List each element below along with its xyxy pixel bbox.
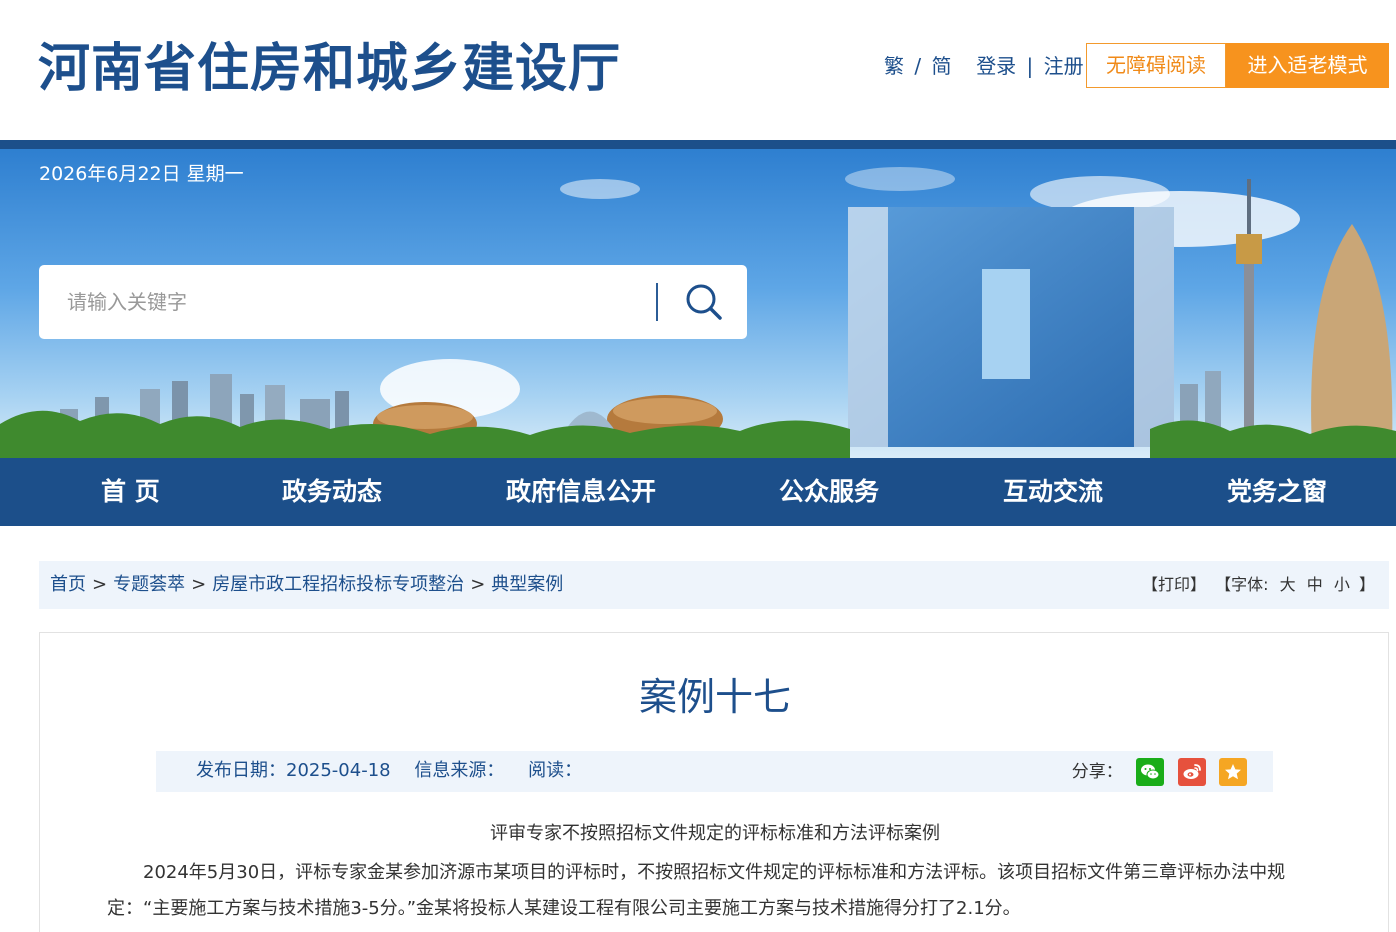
register-link[interactable]: 注册	[1044, 52, 1084, 80]
weibo-icon	[1183, 764, 1201, 779]
breadcrumb: 首页 > 专题荟萃 > 房屋市政工程招标投标专项整治 > 典型案例	[50, 573, 563, 597]
nav-item-home[interactable]: 首 页	[101, 458, 160, 526]
breadcrumb-bidding-rectification[interactable]: 房屋市政工程招标投标专项整治	[212, 574, 464, 595]
breadcrumb-arrow: >	[470, 574, 486, 595]
search-icon	[686, 284, 722, 320]
article-subtitle: 评审专家不按照招标文件规定的评标标准和方法评标案例	[490, 823, 940, 844]
search-box	[39, 265, 747, 339]
main-nav: 首 页 政务动态 政府信息公开 公众服务 互动交流 党务之窗	[0, 458, 1396, 526]
page-tools: 【打印】 【字体: 大 中 小 】	[1138, 574, 1375, 596]
nav-item-government-news[interactable]: 政务动态	[282, 458, 382, 526]
site-title[interactable]: 河南省住房和城乡建设厅	[38, 34, 621, 104]
read-count: 阅读：	[528, 760, 583, 781]
breadcrumb-arrow: >	[191, 574, 207, 595]
breadcrumb-bar: 首页 > 专题荟萃 > 房屋市政工程招标投标专项整治 > 典型案例 【打印】 【字体: 大 …	[39, 561, 1389, 609]
simplified-chinese-link[interactable]: 简	[931, 52, 951, 80]
breadcrumb-arrow: >	[92, 574, 108, 595]
accessible-reading-button[interactable]: 无障碍阅读	[1086, 43, 1226, 88]
nav-item-interaction[interactable]: 互动交流	[1003, 458, 1103, 526]
site-header: 河南省住房和城乡建设厅 繁 / 简 登录 | 注册 无障碍阅读 进入适老模式	[0, 0, 1396, 140]
nav-item-public-services[interactable]: 公众服务	[779, 458, 879, 526]
font-small-button[interactable]: 小	[1334, 575, 1350, 594]
banner: 2026年6月22日 星期一	[0, 149, 1396, 458]
traditional-chinese-link[interactable]: 繁	[884, 52, 904, 80]
article-meta-bar: 发布日期：2025-04-18 信息来源： 阅读： 分享：	[156, 751, 1273, 792]
favorite-share-button[interactable]	[1219, 758, 1247, 786]
font-size-close: 】	[1358, 575, 1375, 594]
language-separator: /	[914, 54, 922, 78]
publish-date: 发布日期：2025-04-18	[196, 760, 391, 781]
top-links: 繁 / 简 登录 | 注册	[884, 52, 1084, 80]
breadcrumb-typical-cases[interactable]: 典型案例	[491, 574, 563, 595]
weibo-share-button[interactable]	[1177, 758, 1206, 786]
article-panel: 案例十七 发布日期：2025-04-18 信息来源： 阅读： 分享： 评审专家不…	[39, 632, 1389, 932]
font-medium-button[interactable]: 中	[1307, 575, 1323, 594]
share-label: 分享：	[1071, 762, 1123, 782]
login-link[interactable]: 登录	[976, 52, 1016, 80]
elder-mode-button[interactable]: 进入适老模式	[1226, 43, 1389, 88]
wechat-share-button[interactable]	[1136, 758, 1165, 786]
nav-item-information-disclosure[interactable]: 政府信息公开	[506, 458, 656, 526]
search-input[interactable]	[67, 283, 667, 321]
account-separator: |	[1026, 54, 1034, 78]
font-large-button[interactable]: 大	[1280, 575, 1296, 594]
share-bar: 分享：	[1072, 758, 1247, 786]
wechat-icon	[1141, 764, 1160, 780]
search-button[interactable]	[679, 279, 729, 325]
current-date: 2026年6月22日 星期一	[39, 163, 244, 185]
breadcrumb-home[interactable]: 首页	[50, 574, 86, 595]
star-icon	[1225, 764, 1241, 780]
banner-top-line	[0, 140, 1396, 149]
print-button[interactable]: 【打印】	[1142, 575, 1206, 594]
article-paragraph: 2024年5月30日，评标专家金某参加济源市某项目的评标时，不按照招标文件规定的…	[107, 862, 1286, 919]
info-source: 信息来源：	[414, 760, 505, 781]
article-meta: 发布日期：2025-04-18 信息来源： 阅读：	[196, 759, 600, 783]
breadcrumb-topics[interactable]: 专题荟萃	[113, 574, 185, 595]
article-title: 案例十七	[638, 675, 791, 719]
font-size-label: 【字体:	[1215, 575, 1269, 594]
nav-item-party-affairs[interactable]: 党务之窗	[1227, 458, 1327, 526]
search-divider	[656, 283, 658, 321]
